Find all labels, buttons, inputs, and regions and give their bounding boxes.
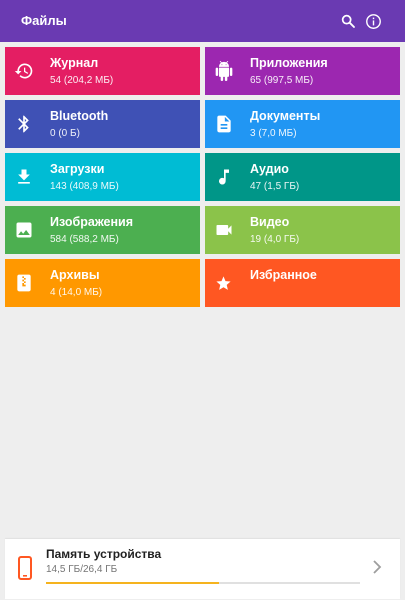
category-meta: 65 (997,5 МБ) (250, 74, 314, 86)
history-icon (5, 47, 42, 95)
app-title: Файлы (21, 13, 67, 28)
category-favorites[interactable]: Избранное (205, 259, 400, 307)
category-documents[interactable]: Документы 3 (7,0 МБ) (205, 100, 400, 148)
search-icon[interactable] (338, 11, 358, 31)
category-video[interactable]: Видео 19 (4,0 ГБ) (205, 206, 400, 254)
category-label: Приложения (250, 55, 328, 70)
category-label: Архивы (50, 267, 100, 282)
category-meta: 3 (7,0 МБ) (250, 127, 297, 139)
category-meta: 19 (4,0 ГБ) (250, 233, 300, 245)
app-bar: Файлы (0, 0, 405, 42)
bluetooth-icon (5, 100, 42, 148)
category-downloads[interactable]: Загрузки 143 (408,9 МБ) (5, 153, 200, 201)
info-icon[interactable] (363, 11, 383, 31)
storage-progress-fill (46, 582, 219, 584)
category-archives[interactable]: Архивы 4 (14,0 МБ) (5, 259, 200, 307)
storage-usage: 14,5 ГБ/26,4 ГБ (46, 564, 118, 575)
category-grid: Журнал 54 (204,2 МБ) Приложения 65 (997,… (5, 47, 400, 307)
category-label: Загрузки (50, 161, 105, 176)
category-label: Bluetooth (50, 108, 109, 123)
category-label: Журнал (50, 55, 99, 70)
category-meta: 0 (0 Б) (50, 127, 80, 139)
android-icon (205, 47, 242, 95)
storage-label: Память устройства (46, 547, 162, 561)
category-apps[interactable]: Приложения 65 (997,5 МБ) (205, 47, 400, 95)
category-meta: 143 (408,9 МБ) (50, 180, 119, 192)
document-icon (205, 100, 242, 148)
category-meta: 4 (14,0 МБ) (50, 286, 103, 298)
phone-icon (18, 556, 32, 585)
star-icon (205, 259, 242, 307)
archive-icon (5, 259, 42, 307)
category-label: Избранное (250, 267, 317, 282)
image-icon (5, 206, 42, 254)
download-icon (5, 153, 42, 201)
storage-progress-track (46, 582, 360, 584)
music-note-icon (205, 153, 242, 201)
category-label: Аудио (250, 161, 289, 176)
category-meta: 47 (1,5 ГБ) (250, 180, 300, 192)
category-label: Документы (250, 108, 321, 123)
category-meta: 584 (588,2 МБ) (50, 233, 119, 245)
category-label: Изображения (50, 214, 134, 229)
category-bluetooth[interactable]: Bluetooth 0 (0 Б) (5, 100, 200, 148)
device-storage-card[interactable]: Память устройства 14,5 ГБ/26,4 ГБ (5, 539, 400, 599)
videocam-icon (205, 206, 242, 254)
category-audio[interactable]: Аудио 47 (1,5 ГБ) (205, 153, 400, 201)
category-images[interactable]: Изображения 584 (588,2 МБ) (5, 206, 200, 254)
category-meta: 54 (204,2 МБ) (50, 74, 114, 86)
category-label: Видео (250, 214, 290, 229)
category-journal[interactable]: Журнал 54 (204,2 МБ) (5, 47, 200, 95)
chevron-right-icon (372, 559, 382, 580)
